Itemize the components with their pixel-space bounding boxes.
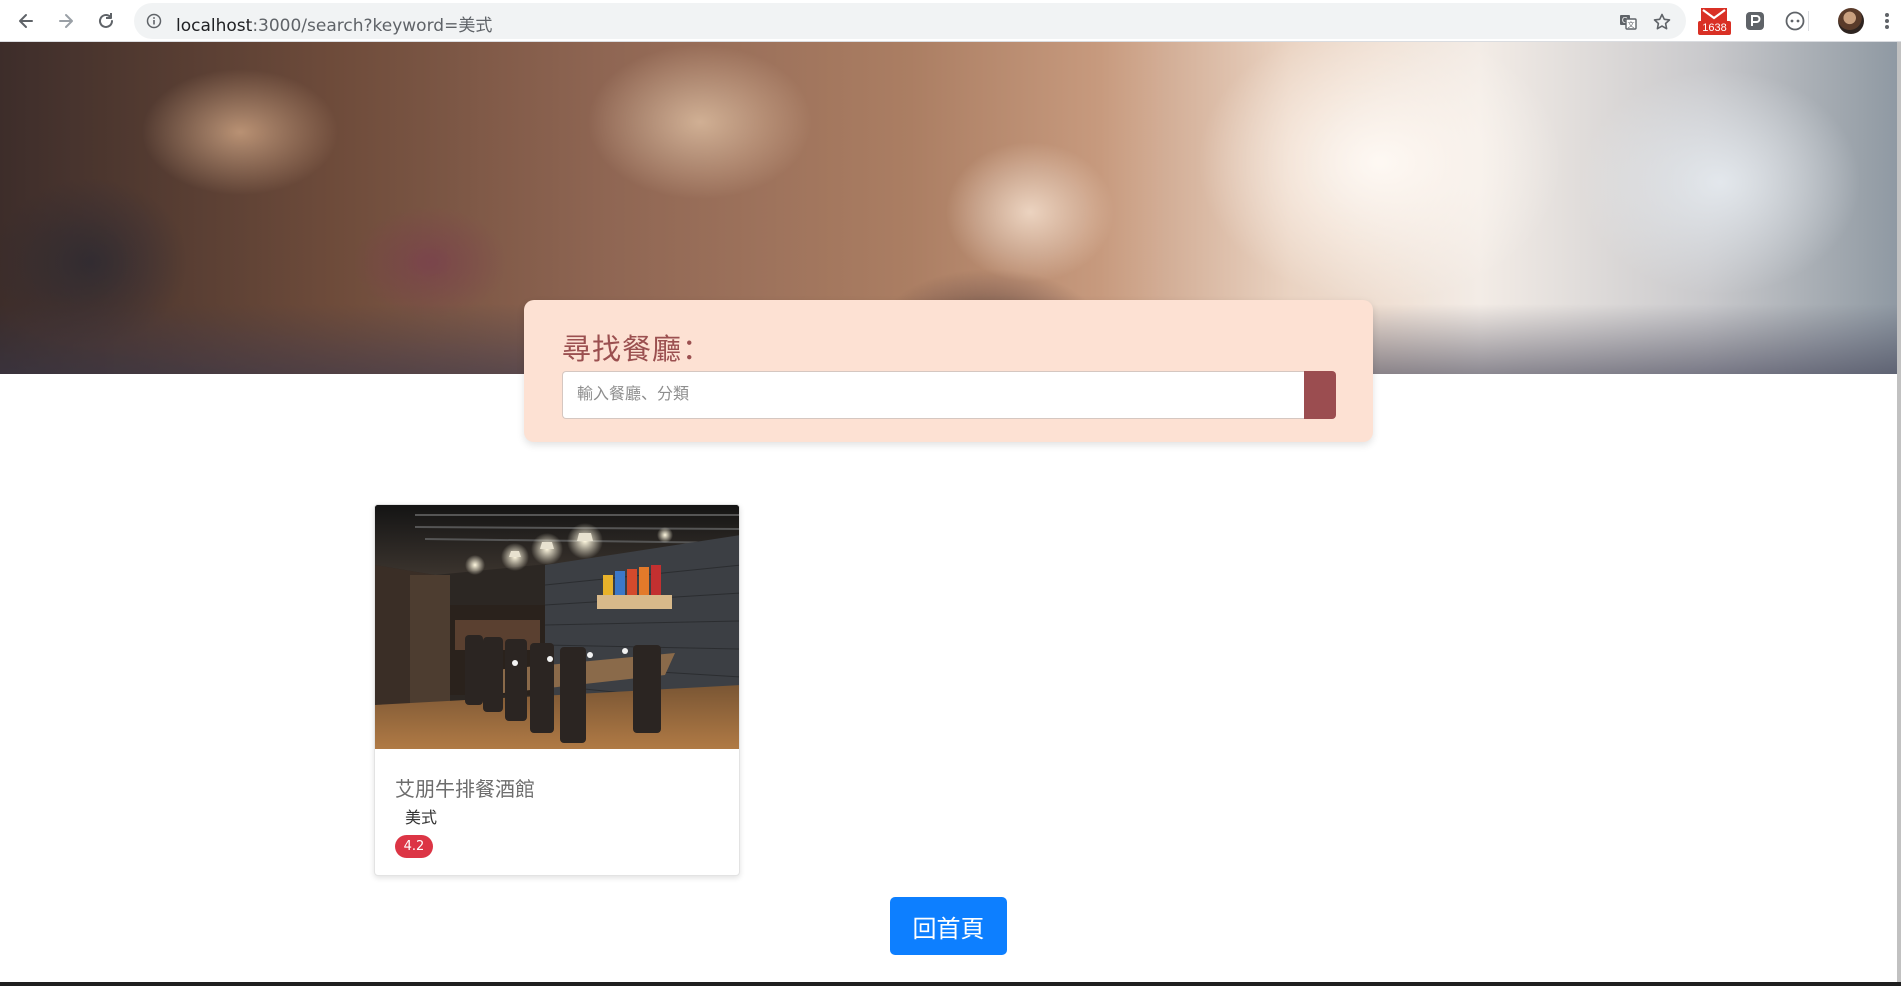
search-title: 尋找餐廳：	[562, 332, 713, 366]
back-arrow-icon[interactable]	[12, 7, 40, 35]
star-icon[interactable]	[1652, 12, 1672, 32]
extension-circle-icon[interactable]	[1783, 7, 1807, 35]
forward-arrow-icon[interactable]	[52, 7, 80, 35]
restaurant-name[interactable]: 艾朋牛排餐酒館	[395, 773, 535, 802]
rating-badge: 4.2	[395, 835, 433, 858]
restaurant-card[interactable]: 艾朋牛排餐酒館 美式 4.2	[374, 504, 740, 876]
avatar[interactable]	[1837, 7, 1865, 35]
restaurant-category: 美式	[405, 808, 438, 827]
url-path: :3000/search?keyword=美式	[252, 16, 493, 36]
browser-toolbar: localhost:3000/search?keyword=美式 G文 1638	[0, 0, 1901, 42]
info-icon[interactable]	[146, 13, 162, 33]
address-bar[interactable]: localhost:3000/search?keyword=美式 G文	[134, 3, 1686, 39]
search-button[interactable]	[1304, 371, 1336, 419]
home-button[interactable]: 回首頁	[890, 897, 1007, 955]
search-input[interactable]	[562, 371, 1305, 419]
taskbar-edge	[0, 982, 1901, 986]
extension-p-icon[interactable]	[1743, 7, 1767, 35]
url-host: localhost	[176, 16, 253, 36]
reload-icon[interactable]	[92, 7, 120, 35]
svg-text:文: 文	[1628, 20, 1635, 29]
restaurant-card-body: 艾朋牛排餐酒館 美式 4.2	[375, 749, 739, 875]
search-panel: 尋找餐廳：	[524, 300, 1373, 442]
gmail-unread-count: 1638	[1698, 21, 1731, 35]
scrollbar[interactable]	[1897, 42, 1901, 986]
gmail-icon[interactable]: 1638	[1697, 6, 1731, 36]
menu-kebab-icon[interactable]	[1880, 7, 1894, 35]
translate-icon[interactable]: G文	[1618, 12, 1638, 32]
toolbar-separator	[1808, 11, 1809, 31]
restaurant-photo	[375, 505, 739, 749]
url-text[interactable]: localhost:3000/search?keyword=美式	[176, 11, 492, 36]
